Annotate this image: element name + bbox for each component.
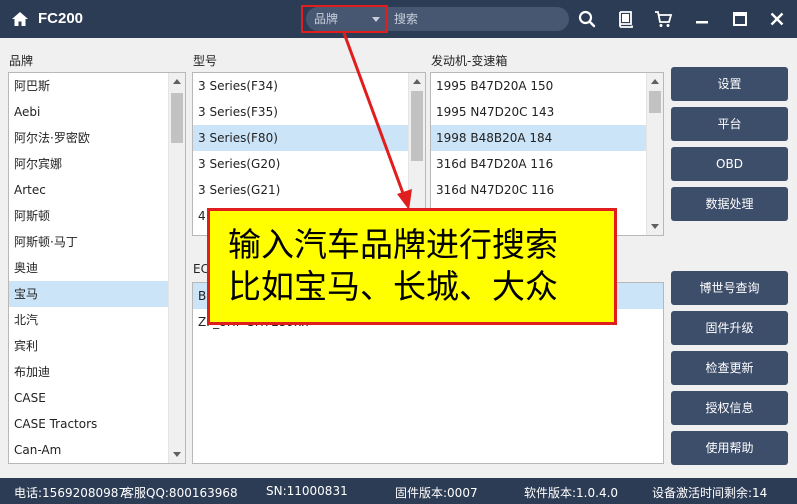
side-buttons-bottom-button[interactable]: 授权信息 (671, 391, 788, 425)
model-list-item[interactable]: 3 Series(G20) (193, 151, 425, 177)
status-firmware: 固件版本:0007 (395, 486, 478, 500)
side-buttons-bottom-button[interactable]: 博世号查询 (671, 271, 788, 305)
engine-list-scrollbar[interactable] (646, 73, 663, 235)
brand-list-item[interactable]: 阿尔宾娜 (9, 151, 185, 177)
side-buttons-bottom-button[interactable]: 使用帮助 (671, 431, 788, 465)
model-list-item[interactable]: 3 Series(G21) (193, 177, 425, 203)
brand-list-item[interactable]: 布加迪 (9, 359, 185, 385)
scroll-up-icon[interactable] (413, 79, 421, 84)
brand-list-item[interactable]: 宝马 (9, 281, 185, 307)
scroll-down-icon[interactable] (651, 224, 659, 229)
brand-list[interactable]: 阿巴斯 Aebi 阿尔法·罗密欧 阿尔宾娜 Artec 阿斯顿 阿斯顿·马丁 奥迪 宝马 北汽 宾利… (8, 72, 186, 464)
scroll-thumb[interactable] (171, 93, 183, 143)
brand-list-item[interactable]: CASE (9, 385, 185, 411)
brand-list-item[interactable]: 阿巴斯 (9, 73, 185, 99)
scroll-thumb[interactable] (649, 91, 661, 113)
model-panel-label: 型号 (193, 54, 218, 68)
brand-list-item[interactable]: 奥迪 (9, 255, 185, 281)
app-title: FC200 (38, 10, 84, 27)
search-icon[interactable] (577, 9, 597, 29)
callout-line-1: 输入汽车品牌进行搜索 (228, 225, 558, 264)
side-buttons-top-button[interactable]: OBD (671, 147, 788, 181)
brand-panel-label: 品牌 (9, 54, 34, 68)
brand-list-item[interactable]: 宾利 (9, 333, 185, 359)
book-icon[interactable] (616, 9, 636, 29)
side-buttons-bottom-button[interactable]: 固件升级 (671, 311, 788, 345)
engine-list-item[interactable]: 316d B47D20A 116 (431, 151, 663, 177)
brand-list-scrollbar[interactable] (168, 73, 185, 463)
minimize-icon[interactable] (692, 9, 712, 29)
model-list-item[interactable]: 3 Series(F80) (193, 125, 425, 151)
annotation-callout: 输入汽车品牌进行搜索 比如宝马、长城、大众 (207, 208, 617, 325)
engine-panel-label: 发动机-变速箱 (431, 54, 508, 68)
engine-list-item[interactable]: 1995 N47D20C 143 (431, 99, 663, 125)
highlight-box (301, 5, 388, 33)
status-bar: 电话:15692080987 客服QQ:800163968 SN:1100083… (0, 478, 797, 504)
engine-list-item[interactable]: 1998 B48B20A 184 (431, 125, 663, 151)
side-buttons-top-button[interactable]: 平台 (671, 107, 788, 141)
engine-list-item[interactable]: 1995 B47D20A 150 (431, 73, 663, 99)
scroll-up-icon[interactable] (651, 79, 659, 84)
engine-list-item[interactable]: 316d N47D20C 116 (431, 177, 663, 203)
side-buttons-top-button[interactable]: 设置 (671, 67, 788, 101)
brand-list-item[interactable]: 阿斯顿·马丁 (9, 229, 185, 255)
status-qq: 客服QQ:800163968 (122, 486, 238, 500)
brand-list-item[interactable]: Artec (9, 177, 185, 203)
cart-icon[interactable] (653, 9, 673, 29)
title-bar: FC200 品牌 (0, 0, 797, 38)
search-input[interactable] (394, 7, 564, 31)
scroll-thumb[interactable] (411, 91, 423, 161)
model-list-item[interactable]: 3 Series(F34) (193, 73, 425, 99)
status-activation: 设备激活时间剩余:14 (652, 486, 768, 500)
brand-list-item[interactable]: 阿斯顿 (9, 203, 185, 229)
status-software: 软件版本:1.0.4.0 (524, 486, 619, 500)
status-phone: 电话:15692080987 (14, 486, 127, 500)
brand-list-item[interactable]: 北汽 (9, 307, 185, 333)
brand-list-item[interactable]: Can-Am (9, 437, 185, 463)
close-icon[interactable] (767, 9, 787, 29)
scroll-down-icon[interactable] (173, 452, 181, 457)
brand-list-item[interactable]: CASE Tractors (9, 411, 185, 437)
side-buttons-bottom-button[interactable]: 检查更新 (671, 351, 788, 385)
model-list-item[interactable]: 3 Series(F35) (193, 99, 425, 125)
maximize-icon[interactable] (730, 9, 750, 29)
callout-line-2: 比如宝马、长城、大众 (228, 267, 558, 306)
side-buttons-top-button[interactable]: 数据处理 (671, 187, 788, 221)
status-sn: SN:11000831 (266, 484, 348, 498)
brand-list-item[interactable]: 阿尔法·罗密欧 (9, 125, 185, 151)
brand-list-item[interactable]: Aebi (9, 99, 185, 125)
scroll-up-icon[interactable] (173, 79, 181, 84)
home-icon[interactable] (10, 9, 30, 29)
